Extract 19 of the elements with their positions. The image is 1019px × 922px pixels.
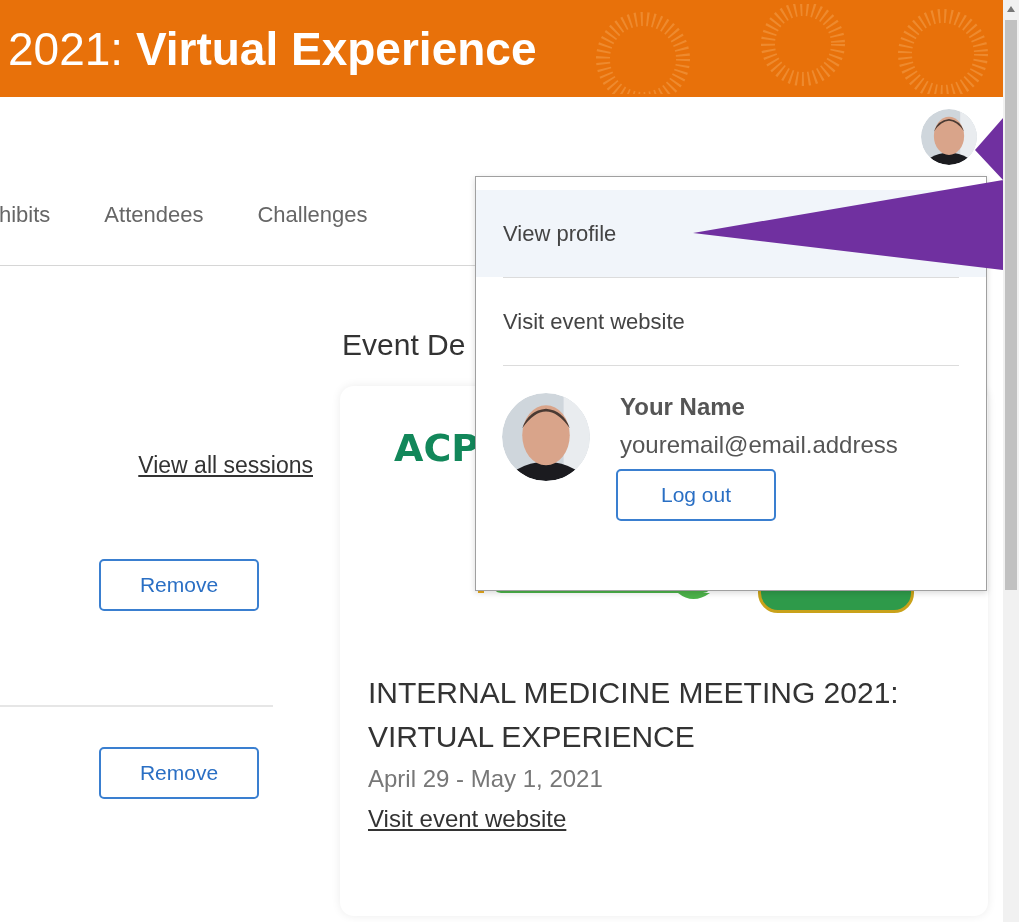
scrollbar-thumb[interactable]: [1005, 20, 1017, 590]
user-email: youremail@email.address: [620, 431, 898, 459]
nav-tab[interactable]: hibits: [0, 201, 51, 228]
event-website-link[interactable]: Visit event website: [368, 805, 567, 833]
logo-acronym: ACP: [394, 426, 480, 470]
nav-tab[interactable]: Attendees: [104, 201, 204, 228]
event-dates: April 29 - May 1, 2021: [368, 765, 604, 793]
remove-button[interactable]: Remove: [99, 747, 259, 799]
view-sessions-link[interactable]: View all sessions: [138, 452, 313, 479]
section-heading: Event De: [342, 328, 467, 363]
user-name: Your Name: [620, 393, 745, 421]
event-title: INTERNAL MEDICINE MEETING 2021: VIRTUAL EXPERIENCE: [368, 675, 900, 755]
banner-title: 2021: Virtual Experience: [8, 21, 537, 76]
nav-tab[interactable]: Challenges: [257, 201, 368, 228]
logout-button[interactable]: Log out: [616, 469, 776, 521]
remove-button[interactable]: Remove: [99, 559, 259, 611]
scrollbar[interactable]: [1003, 0, 1019, 922]
menu-item[interactable]: Visit event website: [476, 278, 986, 365]
scroll-up-icon[interactable]: [1007, 6, 1015, 12]
